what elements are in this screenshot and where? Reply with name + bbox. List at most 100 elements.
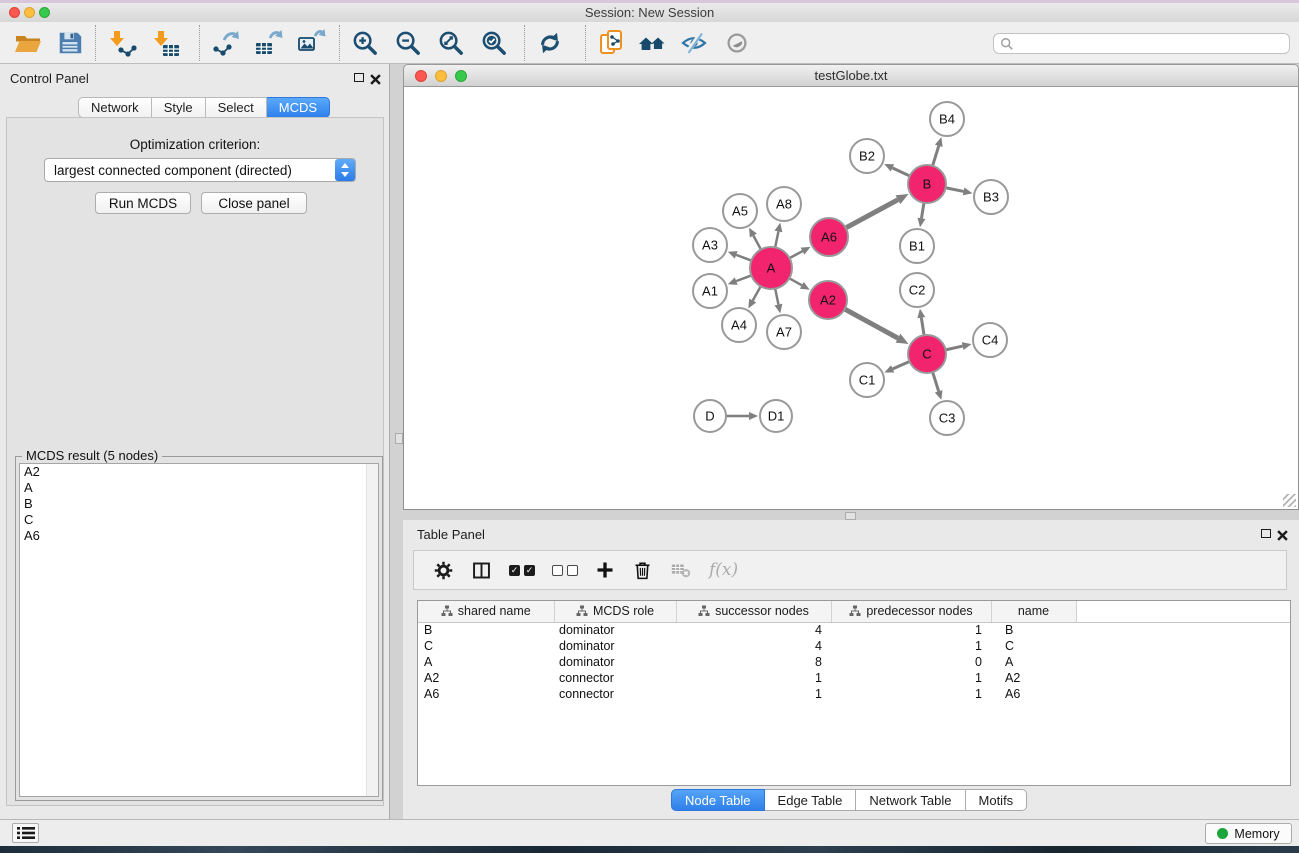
tab-style[interactable]: Style — [152, 97, 206, 118]
hide-selected-button[interactable] — [674, 24, 714, 62]
deselect-all-columns-icon[interactable] — [552, 565, 578, 576]
edge-A-A2[interactable] — [789, 278, 802, 285]
node-A3[interactable]: A3 — [693, 228, 727, 262]
tab-node-table[interactable]: Node Table — [671, 789, 765, 811]
edge-A-A5[interactable] — [753, 236, 761, 250]
node-B3[interactable]: B3 — [974, 180, 1008, 214]
import-network-button[interactable] — [102, 24, 142, 62]
edge-A-A3[interactable] — [736, 255, 751, 261]
run-mcds-button[interactable]: Run MCDS — [95, 192, 191, 214]
zoom-selected-button[interactable] — [474, 24, 514, 62]
tab-network[interactable]: Network — [78, 97, 152, 118]
tab-network-table[interactable]: Network Table — [856, 789, 965, 811]
mcds-result-item[interactable]: A6 — [20, 528, 378, 544]
close-table-panel-icon[interactable] — [1277, 528, 1288, 546]
edge-A-A6[interactable] — [790, 251, 803, 258]
search-field[interactable] — [993, 33, 1290, 54]
resize-grip[interactable] — [1283, 494, 1296, 507]
node-A5[interactable]: A5 — [723, 194, 757, 228]
node-A4[interactable]: A4 — [722, 308, 756, 342]
edge-A-A4[interactable] — [753, 286, 761, 300]
minimize-network-button[interactable] — [435, 70, 447, 82]
close-panel-icon[interactable] — [370, 72, 381, 90]
col-predecessor-nodes[interactable]: predecessor nodes — [831, 601, 991, 622]
node-C2[interactable]: C2 — [900, 273, 934, 307]
node-A8[interactable]: A8 — [767, 187, 801, 221]
node-A6[interactable]: A6 — [810, 218, 848, 256]
edge-A6-B[interactable] — [846, 200, 898, 228]
float-panel-icon[interactable] — [354, 73, 364, 82]
mcds-result-list[interactable]: A2ABCA6 — [19, 463, 379, 797]
node-A7[interactable]: A7 — [767, 315, 801, 349]
mcds-result-item[interactable]: C — [20, 512, 378, 528]
zoom-in-button[interactable] — [345, 24, 385, 62]
close-panel-button[interactable]: Close panel — [201, 192, 307, 214]
edge-B-B2[interactable] — [892, 168, 909, 176]
search-input[interactable] — [1018, 36, 1283, 51]
node-C1[interactable]: C1 — [850, 363, 884, 397]
node-C4[interactable]: C4 — [973, 323, 1007, 357]
vertical-splitter-grip[interactable] — [395, 433, 403, 444]
tab-select[interactable]: Select — [206, 97, 267, 118]
home-view-button[interactable] — [632, 24, 672, 62]
tab-motifs[interactable]: Motifs — [966, 789, 1028, 811]
col-name[interactable]: name — [991, 601, 1076, 622]
select-all-columns-icon[interactable]: ✓✓ — [509, 565, 535, 576]
network-window-titlebar[interactable]: testGlobe.txt — [403, 64, 1299, 87]
table-row[interactable]: A6connector11A6 — [418, 686, 1290, 702]
show-all-button[interactable] — [717, 24, 757, 62]
criterion-dropdown[interactable]: largest connected component (directed) — [44, 158, 356, 182]
export-image-button[interactable] — [291, 24, 331, 62]
zoom-out-button[interactable] — [388, 24, 428, 62]
horizontal-splitter-grip[interactable] — [845, 512, 856, 520]
mcds-result-item[interactable]: A2 — [20, 464, 378, 480]
node-D1[interactable]: D1 — [760, 400, 792, 432]
node-A[interactable]: A — [750, 247, 792, 289]
table-row[interactable]: A2connector11A2 — [418, 670, 1290, 686]
table-settings-gear-icon[interactable] — [433, 560, 454, 581]
close-window-button[interactable] — [9, 7, 20, 18]
export-table-button[interactable] — [248, 24, 288, 62]
refresh-layout-button[interactable] — [530, 24, 570, 62]
mcds-result-item[interactable]: B — [20, 496, 378, 512]
edge-A-A8[interactable] — [775, 231, 778, 247]
node-C[interactable]: C — [908, 335, 946, 373]
table-row[interactable]: Cdominator41C — [418, 638, 1290, 654]
node-A1[interactable]: A1 — [693, 274, 727, 308]
zoom-fit-button[interactable] — [431, 24, 471, 62]
node-A2[interactable]: A2 — [809, 281, 847, 319]
edge-B-B3[interactable] — [946, 188, 964, 192]
table-row[interactable]: Adominator80A — [418, 654, 1290, 670]
node-B1[interactable]: B1 — [900, 229, 934, 263]
minimize-window-button[interactable] — [24, 7, 35, 18]
edge-C-C4[interactable] — [946, 346, 963, 350]
export-network-button[interactable] — [206, 24, 246, 62]
mcds-result-item[interactable]: A — [20, 480, 378, 496]
edge-B-B1[interactable] — [921, 203, 924, 219]
node-B4[interactable]: B4 — [930, 102, 964, 136]
node-B[interactable]: B — [908, 165, 946, 203]
edge-C-C2[interactable] — [921, 318, 924, 336]
node-B2[interactable]: B2 — [850, 139, 884, 173]
node-C3[interactable]: C3 — [930, 401, 964, 435]
col-successor-nodes[interactable]: successor nodes — [676, 601, 831, 622]
edge-C-C3[interactable] — [933, 372, 939, 391]
edge-A-A7[interactable] — [775, 289, 778, 305]
col-shared-name[interactable]: shared name — [418, 601, 554, 622]
table-row[interactable]: Bdominator41B — [418, 622, 1290, 638]
edge-B-B4[interactable] — [933, 146, 939, 166]
edge-A-A1[interactable] — [736, 275, 751, 281]
edge-C-C1[interactable] — [893, 362, 910, 369]
task-history-button[interactable] — [12, 823, 39, 843]
delete-trash-icon[interactable] — [632, 560, 653, 581]
import-table-button[interactable] — [146, 24, 186, 62]
memory-button[interactable]: Memory — [1205, 823, 1292, 844]
node-D[interactable]: D — [694, 400, 726, 432]
float-table-panel-icon[interactable] — [1261, 529, 1271, 538]
tab-mcds[interactable]: MCDS — [267, 97, 330, 118]
close-network-button[interactable] — [415, 70, 427, 82]
tab-edge-table[interactable]: Edge Table — [765, 789, 857, 811]
open-session-button[interactable] — [8, 24, 48, 62]
col-mcds-role[interactable]: MCDS role — [554, 601, 676, 622]
scrollbar-track[interactable] — [366, 464, 378, 796]
